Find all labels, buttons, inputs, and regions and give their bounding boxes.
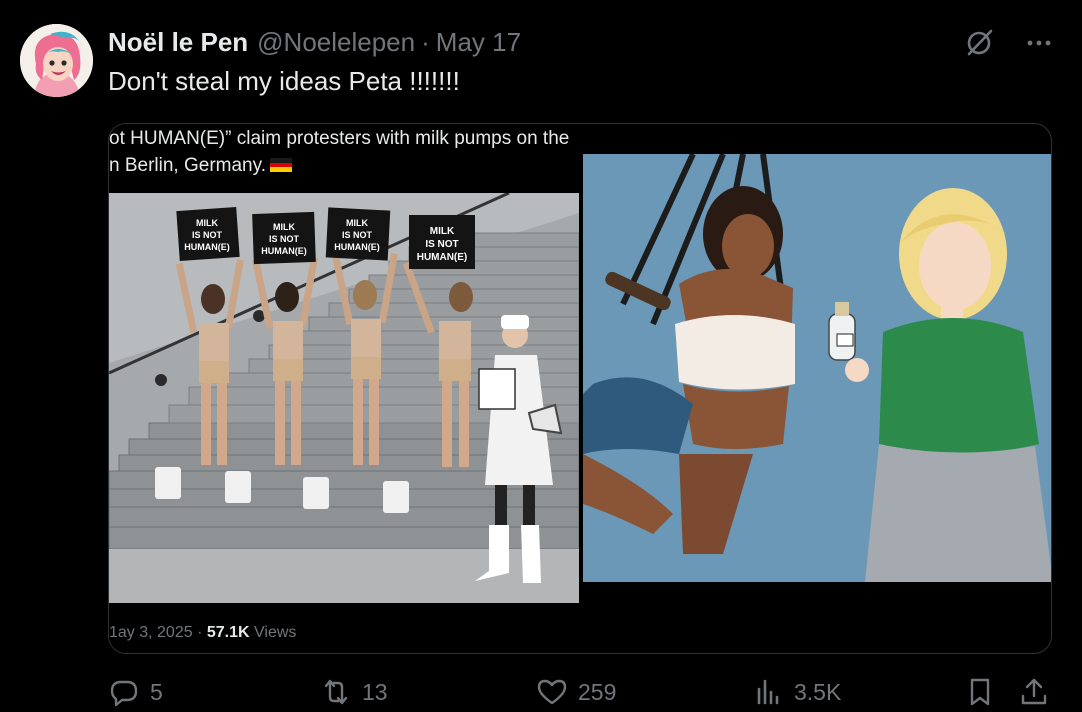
protest-photo: MILK IS NOT HUMAN(E) MILK IS NOT HUMAN(E… xyxy=(109,193,579,603)
sign-4-line-1: MILK xyxy=(430,226,455,237)
news-date: 1ay 3, 2025 xyxy=(109,624,193,641)
grok-button[interactable] xyxy=(964,28,994,58)
sign-2-line-1: MILK xyxy=(273,222,295,232)
sign-2-line-2: IS NOT xyxy=(269,234,300,244)
separator: · xyxy=(421,27,430,57)
news-caption-line-2-text: n Berlin, Germany. xyxy=(109,155,266,176)
author-display-name[interactable]: Noël le Pen xyxy=(108,27,248,58)
avatar[interactable] xyxy=(20,24,93,97)
sign-2-line-3: HUMAN(E) xyxy=(261,246,307,256)
reply-bubble-icon xyxy=(110,680,138,707)
sign-3-line-1: MILK xyxy=(346,218,368,228)
views-button[interactable]: 3.5K xyxy=(752,676,841,708)
protest-sign-3: MILK IS NOT HUMAN(E) xyxy=(325,207,391,261)
tweet-text: Don't steal my ideas Peta !!!!!!! xyxy=(108,66,460,96)
repost-arrows-icon xyxy=(324,679,348,705)
news-meta-separator: · xyxy=(197,624,203,641)
bar-chart-icon xyxy=(757,679,779,705)
heart-icon xyxy=(537,679,567,705)
protest-sign-1: MILK IS NOT HUMAN(E) xyxy=(176,206,240,262)
slashed-circle-icon xyxy=(967,29,993,56)
views-count: 3.5K xyxy=(794,678,842,705)
news-caption-line-2: n Berlin, Germany. xyxy=(109,155,579,177)
tweet-date[interactable]: May 17 xyxy=(436,27,521,58)
germany-flag-icon xyxy=(269,158,292,172)
sign-4-line-3: HUMAN(E) xyxy=(417,252,468,263)
like-count: 259 xyxy=(578,678,617,705)
reply-count: 5 xyxy=(150,678,163,705)
like-button[interactable]: 259 xyxy=(536,676,616,708)
repost-button[interactable]: 13 xyxy=(320,676,388,708)
avatar-image xyxy=(20,24,93,97)
bookmark-icon xyxy=(970,678,990,706)
reply-button[interactable]: 5 xyxy=(108,676,163,708)
bookmark-button[interactable] xyxy=(964,676,996,708)
news-meta: 1ay 3, 2025 · 57.1K Views xyxy=(109,624,296,642)
sign-1-line-3: HUMAN(E) xyxy=(184,242,230,252)
more-button[interactable] xyxy=(1024,28,1054,58)
illustration-image-right[interactable] xyxy=(583,154,1051,582)
sign-1-line-2: IS NOT xyxy=(192,230,223,240)
header-actions xyxy=(964,28,1054,58)
author-handle[interactable]: @Noelelepen xyxy=(257,27,415,58)
sign-3-line-2: IS NOT xyxy=(342,230,373,240)
sign-4-line-2: IS NOT xyxy=(425,239,458,250)
tweet-header: Noël le Pen @Noelelepen · May 17 xyxy=(108,27,521,57)
news-views-label: Views xyxy=(254,624,297,641)
protest-sign-4: MILK IS NOT HUMAN(E) xyxy=(409,215,475,269)
media-card[interactable]: ot HUMAN(E)” claim protesters with milk … xyxy=(108,123,1052,654)
share-upload-icon xyxy=(1021,678,1047,705)
sign-3-line-3: HUMAN(E) xyxy=(334,242,380,252)
screenshot-image-left[interactable]: ot HUMAN(E)” claim protesters with milk … xyxy=(109,124,579,653)
news-caption-line-1: ot HUMAN(E)” claim protesters with milk … xyxy=(109,128,570,149)
repost-count: 13 xyxy=(362,678,388,705)
tweet: Noël le Pen @Noelelepen · May 17 Don't s… xyxy=(0,0,1082,712)
sign-1-line-1: MILK xyxy=(196,218,218,228)
action-bar: 5 13 259 3.5K xyxy=(108,676,1052,712)
share-button[interactable] xyxy=(1018,676,1050,708)
news-views-count: 57.1K xyxy=(206,624,250,641)
protest-sign-2: MILK IS NOT HUMAN(E) xyxy=(252,211,316,265)
more-dots-icon xyxy=(1027,40,1051,46)
